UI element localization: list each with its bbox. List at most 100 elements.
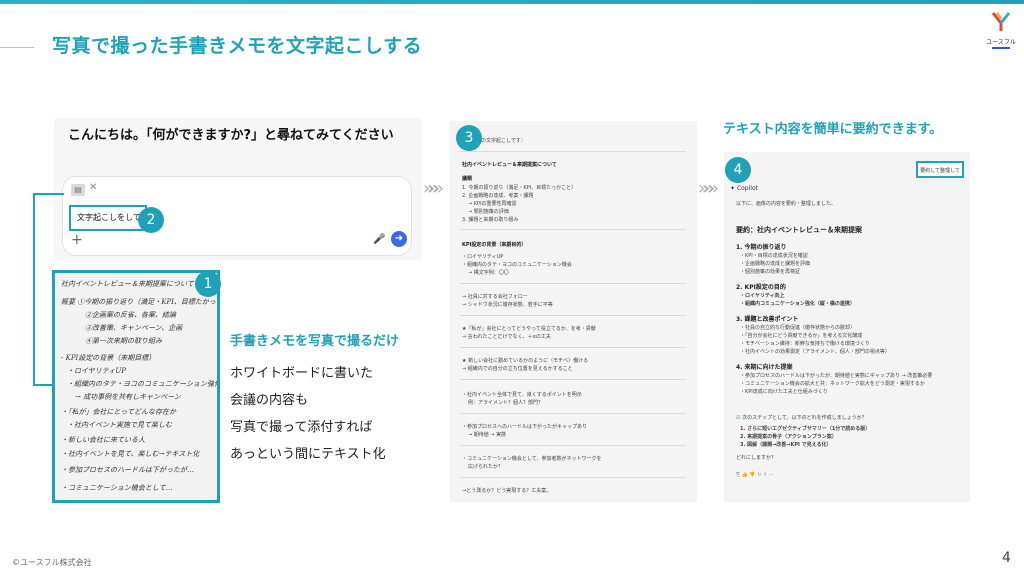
logo-underline bbox=[992, 47, 1010, 49]
copyright-footer: ©ユースフル株式会社 bbox=[12, 558, 92, 567]
chevrons-right-icon: »»» bbox=[423, 178, 444, 199]
instruction-line: 会議の内容も bbox=[230, 393, 309, 408]
chat-input[interactable]: 文字起こしをして bbox=[69, 205, 147, 231]
summarize-request-bubble[interactable]: 要約して整理して bbox=[916, 161, 964, 178]
memo-line: ④第一次来期の取り組み bbox=[85, 337, 162, 345]
summary-item: ・個別施策の効果を再検証 bbox=[740, 269, 801, 275]
step-badge-2: 2 bbox=[138, 207, 164, 233]
transcript-line: → 類別施策の評価 bbox=[468, 209, 509, 215]
connector-line-top bbox=[33, 193, 64, 195]
summary-item: ・モチベーション維持：新鮮な気持ちで働ける環境づくり bbox=[740, 341, 870, 347]
memo-line: ・コミュニケーション機会として… bbox=[61, 484, 173, 492]
summary-item: ・ロイヤリティ向上 bbox=[740, 293, 785, 299]
memo-line: ・組織内のタテ・ヨコのコミュニケーション強化 bbox=[67, 380, 220, 388]
handwritten-memo-photo: 社内イベントレビュー＆来期提案について 概要 ①今期の振り返り（満足・KPI、目… bbox=[52, 270, 220, 503]
transcript-line: → シャドウ状況に徹存状態、若手に平等 bbox=[462, 302, 553, 308]
next-steps-text: 次のステップとして、以下のどれを作成しましょうか？ bbox=[742, 415, 867, 421]
next-step-item[interactable]: 1. さらに短いエグゼクティブサマリー（1分で読める版） bbox=[740, 425, 870, 432]
divider bbox=[460, 315, 686, 316]
summary-item: ・組織内コミュニケーション強化（縦・横の連携） bbox=[740, 301, 855, 307]
connector-line bbox=[33, 193, 35, 385]
attachment-thumbnail[interactable]: ▤ bbox=[71, 184, 85, 196]
transcript-line: ・参加プロセスへのハードルは下がったがキャップあり bbox=[462, 424, 588, 430]
summary-item: ・コミュニケーション機会の拡大と共：ネットワーク拡大をどう測定・実現するか bbox=[740, 381, 925, 387]
summary-section-heading: 2. KPI設定の目的 bbox=[736, 284, 786, 291]
memo-line: ・参加プロセスのハードルは下がったが… bbox=[61, 466, 194, 474]
close-icon[interactable]: ✕ bbox=[89, 182, 97, 193]
memo-line: → 成功事例を共有しキャンペーン bbox=[75, 393, 181, 401]
copilot-name: Copilot bbox=[736, 185, 758, 192]
memo-line: ・「私が」会社にとってどんな存在か bbox=[61, 408, 176, 416]
memo-line: ・社内イベントを見て、楽しむ→テキスト化 bbox=[61, 450, 200, 458]
summary-item: ・参加プロセスのハードルは下がったが、期待値と実態にギャップあり → 改善策必要 bbox=[740, 373, 933, 379]
chevrons-right-icon: »»» bbox=[698, 178, 719, 199]
memo-line: 社内イベントレビュー＆来期提案について bbox=[61, 280, 194, 288]
transcript-line: ・ロイヤリティUP bbox=[462, 254, 504, 260]
copilot-label: ✦ Copilot bbox=[730, 185, 758, 192]
transcript-line: → 期待値 → 実態 bbox=[468, 432, 507, 438]
chat-prompt: こんにちは。「何ができますか?」と尋ねてみてください bbox=[68, 128, 394, 143]
summary-section-heading: 1. 今期の振り返り bbox=[736, 244, 787, 251]
question-text: どれにしますか？ bbox=[736, 455, 777, 461]
step-badge-3: 3 bbox=[456, 125, 482, 151]
summary-item: ・社内イベントの効果測定（アライメント、個人・部門の視点等） bbox=[740, 349, 890, 355]
memo-line: ・社内イベント実施で見て楽しむ bbox=[67, 421, 172, 429]
divider bbox=[460, 477, 686, 478]
transcript-line: 3. 課題と来期の取り組み bbox=[462, 217, 519, 223]
divider bbox=[460, 151, 686, 152]
next-step-item[interactable]: 2. 来期提案の骨子（アクションプラン案） bbox=[740, 433, 837, 440]
page-number: 4 bbox=[1002, 550, 1011, 566]
memo-line: ③改善策、キャンペーン、企画 bbox=[85, 324, 183, 332]
divider bbox=[460, 347, 686, 348]
next-steps-title: ☑ 次のステップとして、以下のどれを作成しましょうか？ bbox=[736, 414, 867, 421]
transcript-line: → 社員に対する会社フォロー bbox=[462, 294, 528, 300]
reaction-icons[interactable]: ⎘ 👍 👎 ↻ ⇪ ⋯ bbox=[736, 472, 774, 478]
connector-line-bottom bbox=[33, 384, 53, 386]
transcript-line: →どう測るか？どう実現する？工夫案。 bbox=[462, 488, 552, 494]
memo-line: ・新しい会社に来ている人 bbox=[61, 436, 145, 444]
send-button[interactable]: ➜ bbox=[391, 231, 407, 247]
chat-input-card[interactable]: ▤ ✕ 文字起こしをして + 🎤 ➜ bbox=[62, 176, 412, 256]
transcript-line: ・社内イベント全体で見て、良くするポイントを明示 bbox=[462, 392, 582, 398]
transcript-screenshot: ©以下の文字起こしです： 社内イベントレビュー＆来期提案について 議題 1. 今… bbox=[450, 121, 697, 502]
mic-icon[interactable]: 🎤 bbox=[373, 234, 385, 245]
summary-item: ・「自分が会社にどう貢献できるか」を考える文化醸成 bbox=[740, 333, 863, 339]
transcript-line: 1. 今期の振り返り（満足・KPI、目標たっかこと） bbox=[462, 185, 577, 191]
summary-item: ・KPI達成に向けた工夫と仕組みづくり bbox=[740, 389, 828, 395]
divider bbox=[460, 445, 686, 446]
transcript-line: 社内イベントレビュー＆来期提案について bbox=[462, 162, 557, 168]
transcript-line: 例：アライメント？個人？部門？ bbox=[468, 400, 544, 406]
summary-screenshot: 要約して整理して ✦ Copilot 以下に、画像の内容を要約・整理しました。 … bbox=[724, 152, 970, 502]
transcript-line: → 言われたことだけでなく、＋αの工夫 bbox=[462, 334, 551, 340]
transcript-line: → 組織内での自分の立ち位置を見えるかすること bbox=[462, 366, 573, 372]
step-badge-4: 4 bbox=[725, 157, 751, 183]
memo-line: - KPI設定の背景（来期目標） bbox=[61, 354, 156, 362]
divider bbox=[460, 413, 686, 414]
logo-mark-icon bbox=[991, 12, 1011, 31]
instruction-line: ホワイトボードに書いた bbox=[230, 366, 374, 381]
chat-panel: こんにちは。「何ができますか?」と尋ねてみてください ▤ ✕ 文字起こしをして … bbox=[54, 118, 422, 260]
instruction-line: 写真で撮って添付すれば bbox=[230, 420, 373, 435]
summary-item: ・社員の自立的な行動促進（徹存状態からの脱却） bbox=[740, 325, 856, 331]
step-badge-1: 1 bbox=[195, 271, 221, 297]
slide-title: 写真で撮った手書きメモを文字起こしする bbox=[52, 35, 423, 57]
summary-title: 要約：社内イベントレビュー＆来期提案 bbox=[736, 226, 862, 234]
plus-icon[interactable]: + bbox=[71, 232, 83, 248]
transcript-line: → KPIの重要性再確認 bbox=[468, 201, 517, 207]
memo-line: ・ロイヤリティUP bbox=[67, 367, 126, 375]
transcript-line: ・コミュニケーション機会として、参加者数がネットワークを bbox=[462, 456, 602, 462]
divider bbox=[460, 283, 686, 284]
logo-text: ユースフル bbox=[986, 39, 1016, 46]
instruction-subtitle: 手書きメモを写真で撮るだけ bbox=[230, 334, 400, 349]
summary-section-heading: 4. 来期に向けた提案 bbox=[736, 364, 793, 371]
divider bbox=[460, 379, 686, 380]
summary-item: ・KPI・目標の達成状況を確認 bbox=[740, 253, 808, 259]
top-accent-bar bbox=[0, 0, 1024, 4]
company-logo: ユースフル bbox=[986, 12, 1016, 49]
next-step-item[interactable]: 3. 図解（課題→改善→KPI で見える化） bbox=[740, 441, 832, 448]
transcript-line: ・組織内のタテ・ヨコのコミュニケーション機会 bbox=[462, 262, 572, 268]
summary-intro: 以下に、画像の内容を要約・整理しました。 bbox=[736, 201, 836, 207]
divider bbox=[460, 229, 686, 230]
summary-item: ・企画戦略の達成と課題を評価 bbox=[740, 261, 811, 267]
summary-section-heading: 3. 課題と改善ポイント bbox=[736, 316, 799, 323]
